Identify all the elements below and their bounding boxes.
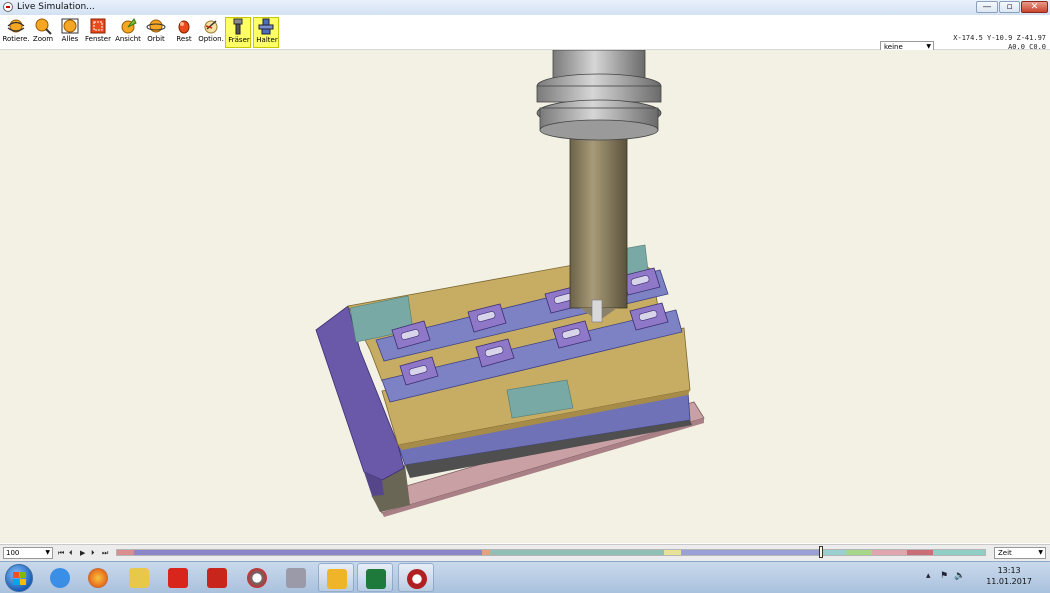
flag-icon[interactable]: ⚑ <box>940 571 948 581</box>
zoom-icon <box>35 18 52 35</box>
taskbar-firefox[interactable] <box>80 563 116 592</box>
tool-view[interactable]: Ansicht <box>115 17 141 48</box>
close-button[interactable]: ✕ <box>1021 1 1048 13</box>
playback-bar: 100 ▼ ⏮ ⏴ ▶ ⏵ ⏭ Zeit ▼ <box>0 544 1050 561</box>
zoom-window-icon <box>90 18 106 34</box>
solidworks-cam-icon <box>207 568 227 588</box>
tool-cutter[interactable]: Fräser <box>225 17 251 48</box>
speed-select[interactable]: 100 ▼ <box>3 547 53 559</box>
timeline-segment <box>820 550 847 555</box>
windows-logo-pane <box>20 572 26 578</box>
timeline-segment <box>481 550 491 555</box>
tool-label: Fenster <box>85 35 111 43</box>
speed-value: 100 <box>6 549 20 557</box>
holder-icon <box>258 18 274 35</box>
timeline-segment <box>846 550 873 555</box>
timeline-segment <box>117 550 135 555</box>
taskbar-explorer[interactable] <box>121 563 157 592</box>
taskbar-solidworks-cam[interactable] <box>199 563 235 592</box>
show-hidden-icons-icon[interactable]: ▴ <box>926 571 931 581</box>
last-frame-button[interactable]: ⏭ <box>102 547 108 559</box>
time-select-value: Zeit <box>998 549 1012 557</box>
tool-holder <box>536 50 662 141</box>
system-clock[interactable]: 13:13 11.01.2017 <box>986 565 1032 587</box>
solidworks-icon <box>168 568 188 588</box>
rest-material-icon <box>178 20 190 34</box>
simulation-app-icon <box>407 569 427 589</box>
orbit-icon <box>146 19 166 33</box>
tool-label: Halter <box>256 36 278 44</box>
firefox-icon <box>88 568 108 588</box>
tool-zoom-all[interactable]: Alles <box>57 17 83 48</box>
clock-date: 11.01.2017 <box>986 577 1032 586</box>
chevron-down-icon: ▼ <box>1038 549 1043 556</box>
excel-icon <box>366 569 386 589</box>
toolbar: Rotiere. Zoom Alles Fenster Ansicht Orbi… <box>0 15 1050 53</box>
title-bar: Live Simulation... — ▫ ✕ <box>0 0 1050 16</box>
timeline-segment <box>663 550 682 555</box>
taskbar: ▴ ⚑ 🔈 13:13 11.01.2017 <box>0 561 1050 593</box>
timeline-track[interactable] <box>116 549 986 556</box>
options-icon <box>204 20 218 34</box>
restore-button[interactable]: ▫ <box>999 1 1020 13</box>
machining-scene <box>315 50 705 517</box>
clock-time: 13:13 <box>997 566 1021 575</box>
play-button[interactable]: ▶ <box>80 547 85 559</box>
timeline-segment <box>932 550 985 555</box>
taskbar-tools[interactable] <box>278 563 314 592</box>
windows-logo-pane <box>13 579 19 585</box>
step-forward-button[interactable]: ⏵ <box>91 547 95 559</box>
chevron-down-icon: ▼ <box>45 549 50 556</box>
ie-icon <box>50 568 70 588</box>
cutter-icon <box>233 18 243 35</box>
windows-logo-pane <box>20 579 26 585</box>
tool-orbit[interactable]: Orbit <box>143 17 169 48</box>
timeline-segment <box>681 550 821 555</box>
timeline-segment <box>872 550 907 555</box>
cam-app-icon <box>247 568 267 588</box>
windows-logo-pane <box>13 572 19 578</box>
holder-nose-bottom <box>539 119 659 141</box>
tool-options[interactable]: Option. <box>198 17 224 48</box>
zoom-all-icon <box>61 18 79 34</box>
tools-icon <box>286 568 306 588</box>
start-button[interactable] <box>5 564 33 592</box>
taskbar-solidworks[interactable] <box>160 563 196 592</box>
time-select[interactable]: Zeit ▼ <box>994 547 1046 559</box>
timeline-segment <box>134 550 482 555</box>
tool-shaft <box>569 137 628 309</box>
simulation-viewport[interactable] <box>0 50 1050 543</box>
tool-holder[interactable]: Halter <box>253 17 279 48</box>
timeline-scrubber[interactable] <box>818 546 823 558</box>
outlook-icon <box>327 569 347 589</box>
explorer-icon <box>129 568 149 588</box>
coordinate-line-1: X-174.5 Y-10.9 Z-41.97 <box>953 34 1046 42</box>
app-logo-icon <box>3 2 13 12</box>
cutter-bit <box>591 299 603 323</box>
tool-zoom-window[interactable]: Fenster <box>85 17 111 48</box>
taskbar-excel[interactable] <box>357 563 393 592</box>
taskbar-cam-app[interactable] <box>239 563 275 592</box>
step-back-button[interactable]: ⏴ <box>69 547 73 559</box>
timeline-segment <box>490 550 664 555</box>
taskbar-ie[interactable] <box>42 563 78 592</box>
volume-icon[interactable]: 🔈 <box>954 571 965 581</box>
minimize-button[interactable]: — <box>976 1 998 13</box>
window-title: Live Simulation... <box>17 2 95 12</box>
taskbar-outlook[interactable] <box>318 563 354 592</box>
timeline-segment <box>906 550 933 555</box>
first-frame-button[interactable]: ⏮ <box>58 547 64 559</box>
rotate-icon <box>7 19 25 33</box>
view-icon <box>121 18 137 34</box>
taskbar-simulation[interactable] <box>398 563 434 592</box>
